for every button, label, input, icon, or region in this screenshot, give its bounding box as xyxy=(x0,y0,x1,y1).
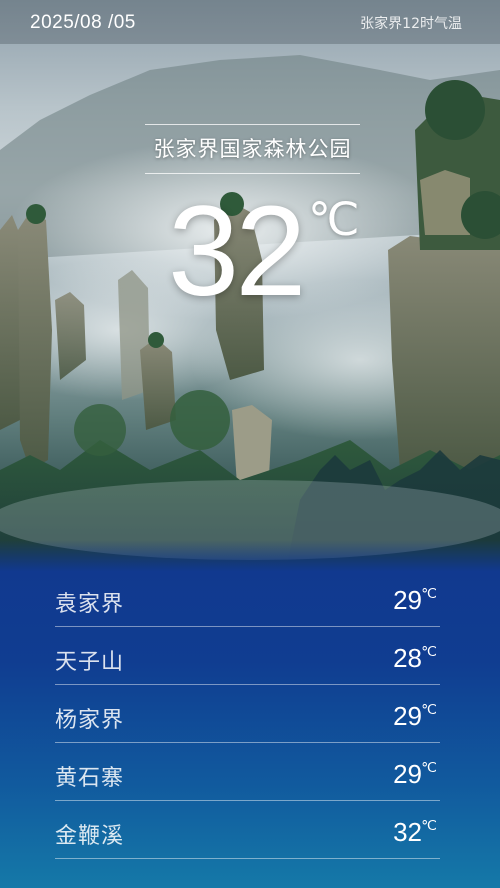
station-name: 黄石寨 xyxy=(55,766,125,791)
station-temperature-unit: ℃ xyxy=(421,817,437,833)
station-name: 金鞭溪 xyxy=(55,824,125,849)
top-bar: 2025/08 /05 张家界12时气温 xyxy=(0,0,500,44)
main-temperature: 32 xyxy=(168,180,306,323)
list-item-station: 袁家界 29 ℃ xyxy=(55,570,440,627)
station-temperature: 32 xyxy=(393,817,422,847)
station-name: 袁家界 xyxy=(55,592,125,617)
station-temperature: 29 xyxy=(393,585,422,615)
report-subtitle: 张家界12时气温 xyxy=(360,16,462,32)
list-item-station: 天子山 28 ℃ xyxy=(55,628,440,685)
list-item-station: 金鞭溪 32 ℃ xyxy=(55,802,440,859)
station-temperature-unit: ℃ xyxy=(421,759,437,775)
station-temperature: 29 xyxy=(393,759,422,789)
station-temperature: 28 xyxy=(393,643,422,673)
station-list-panel: 袁家界 29 ℃ 天子山 28 ℃ 杨家界 29 ℃ 黄石寨 29 ℃ 金鞭溪 … xyxy=(0,540,500,888)
station-temperature: 29 xyxy=(393,701,422,731)
station-name: 杨家界 xyxy=(55,708,125,733)
station-temperature-unit: ℃ xyxy=(421,585,437,601)
station-name: 天子山 xyxy=(55,650,125,675)
station-temperature-unit: ℃ xyxy=(421,643,437,659)
divider-top xyxy=(145,124,360,125)
park-name: 张家界国家森林公园 xyxy=(153,137,352,161)
list-item-station: 杨家界 29 ℃ xyxy=(55,686,440,743)
list-item-station: 黄石寨 29 ℃ xyxy=(55,744,440,801)
station-temperature-unit: ℃ xyxy=(421,701,437,717)
main-temperature-unit: ℃ xyxy=(308,193,360,245)
divider-bottom xyxy=(145,173,360,174)
date-label: 2025/08 /05 xyxy=(30,12,136,33)
